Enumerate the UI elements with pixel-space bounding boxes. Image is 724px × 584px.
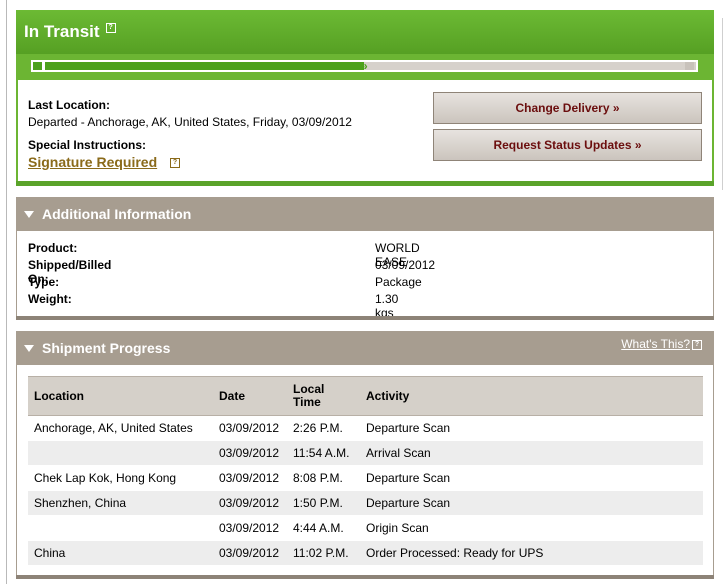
- column-header-activity: Activity: [360, 376, 703, 416]
- additional-info-header[interactable]: Additional Information: [16, 197, 714, 231]
- cell-date: 03/09/2012: [213, 540, 287, 566]
- cell-location: [28, 515, 213, 541]
- cell-location: [28, 440, 213, 466]
- column-header-date: Date: [213, 376, 287, 416]
- status-title: In Transit: [24, 22, 100, 41]
- cell-activity: Departure Scan: [360, 415, 703, 441]
- special-instructions-label: Special Instructions:: [28, 138, 147, 152]
- cell-activity: Arrival Scan: [360, 440, 703, 466]
- table-row: Shenzhen, China 03/09/2012 1:50 P.M. Dep…: [28, 490, 703, 516]
- cell-date: 03/09/2012: [213, 490, 287, 516]
- table-row: 03/09/2012 4:44 A.M. Origin Scan: [28, 515, 703, 541]
- shipment-progress-title: Shipment Progress: [42, 340, 171, 356]
- whats-this-help-icon[interactable]: ?: [692, 340, 702, 350]
- table-header-row: Location Date Local Time Activity: [28, 376, 703, 416]
- request-status-updates-button[interactable]: Request Status Updates »: [433, 129, 702, 161]
- progress-bar: »: [16, 54, 714, 80]
- cell-location: Chek Lap Kok, Hong Kong: [28, 465, 213, 491]
- cell-activity: Departure Scan: [360, 490, 703, 516]
- info-key: Type:: [28, 275, 60, 289]
- additional-info-bottom-bar: [16, 316, 714, 320]
- last-location-value: Departed - Anchorage, AK, United States,…: [28, 115, 352, 129]
- cell-date: 03/09/2012: [213, 465, 287, 491]
- info-value: Package: [375, 275, 422, 289]
- column-header-local-time-label: Local Time: [293, 382, 325, 409]
- column-header-location: Location: [28, 376, 213, 416]
- table-row: Chek Lap Kok, Hong Kong 03/09/2012 8:08 …: [28, 465, 703, 491]
- in-transit-panel: In Transit ? » Last Location: Departed -…: [16, 10, 714, 186]
- whats-this-link[interactable]: What's This?: [621, 337, 690, 351]
- progress-fill: [45, 62, 364, 70]
- help-icon[interactable]: ?: [105, 23, 116, 33]
- cell-date: 03/09/2012: [213, 515, 287, 541]
- table-row: Anchorage, AK, United States 03/09/2012 …: [28, 415, 703, 441]
- cell-time: 11:54 A.M.: [287, 440, 360, 466]
- cell-activity: Departure Scan: [360, 465, 703, 491]
- cell-time: 11:02 P.M.: [287, 540, 360, 566]
- collapse-triangle-icon: [24, 210, 34, 218]
- info-key: Weight:: [28, 292, 72, 306]
- column-header-local-time: Local Time: [287, 376, 360, 416]
- additional-info-title: Additional Information: [42, 206, 192, 222]
- shipment-progress-header[interactable]: Shipment Progress What's This? ?: [16, 331, 714, 365]
- cell-time: 8:08 P.M.: [287, 465, 360, 491]
- table-row: China 03/09/2012 11:02 P.M. Order Proces…: [28, 540, 703, 566]
- in-transit-bottom-bar: [16, 181, 714, 186]
- cell-time: 2:26 P.M.: [287, 415, 360, 441]
- progress-track: »: [31, 60, 698, 72]
- progress-arrow-icon: »: [361, 59, 368, 73]
- info-key: Product:: [28, 241, 78, 255]
- cell-location: Anchorage, AK, United States: [28, 415, 213, 441]
- shipment-progress-bottom-bar: [16, 575, 714, 579]
- last-location-label: Last Location:: [28, 98, 111, 112]
- signature-required-link[interactable]: Signature Required: [28, 154, 157, 170]
- cell-activity: Origin Scan: [360, 515, 703, 541]
- table-row: 03/09/2012 11:54 A.M. Arrival Scan: [28, 440, 703, 466]
- collapse-triangle-icon: [24, 344, 34, 352]
- page-right-border: [722, 18, 723, 190]
- additional-info-body: Product: WORLD EASE Shipped/Billed On: 0…: [16, 231, 714, 320]
- change-delivery-button[interactable]: Change Delivery »: [433, 92, 702, 124]
- cell-date: 03/09/2012: [213, 440, 287, 466]
- cell-time: 1:50 P.M.: [287, 490, 360, 516]
- info-value: 03/09/2012: [375, 258, 436, 272]
- in-transit-details: Last Location: Departed - Anchorage, AK,…: [16, 80, 714, 181]
- cell-location: China: [28, 540, 213, 566]
- page-left-border: [6, 0, 7, 584]
- cell-date: 03/09/2012: [213, 415, 287, 441]
- cell-activity: Order Processed: Ready for UPS: [360, 540, 703, 566]
- signature-help-icon[interactable]: ?: [170, 158, 180, 168]
- shipment-progress-table: Location Date Local Time Activity Anchor…: [28, 376, 703, 566]
- progress-end-marker: [685, 62, 694, 70]
- progress-remaining: [364, 62, 696, 70]
- progress-start-marker: [33, 62, 42, 70]
- cell-time: 4:44 A.M.: [287, 515, 360, 541]
- cell-location: Shenzhen, China: [28, 490, 213, 516]
- in-transit-header: In Transit ?: [16, 10, 714, 54]
